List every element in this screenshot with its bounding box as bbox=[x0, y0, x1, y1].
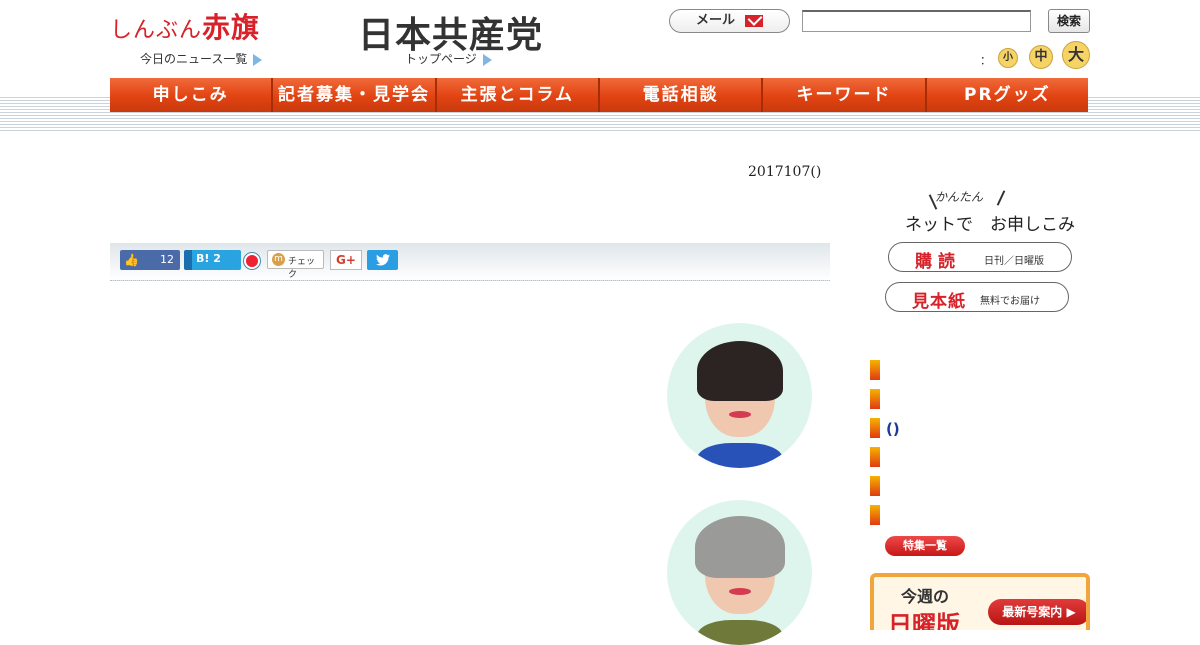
feature-list-all-button[interactable]: 特集一覧 bbox=[885, 536, 965, 556]
site-header: しんぶん赤旗 今日のニュース一覧 日本共産党 トップページ メール 検索 ： 小… bbox=[0, 0, 1200, 78]
news-list-label: 今日のニュース一覧 bbox=[140, 52, 248, 66]
portrait-lips bbox=[729, 411, 751, 418]
portrait-photo-2 bbox=[667, 500, 812, 645]
mixi-icon: m bbox=[272, 253, 285, 266]
list-item[interactable] bbox=[870, 505, 910, 525]
bullet-bar bbox=[870, 476, 880, 496]
net-apply-label: ネットで お申しこみ bbox=[905, 215, 1075, 235]
thumbs-up-icon: 👍 bbox=[124, 253, 139, 267]
bullet-bar bbox=[870, 389, 880, 409]
nav-item-editorial[interactable]: 主張とコラム bbox=[436, 78, 600, 112]
article-date: 2017107() bbox=[748, 164, 822, 180]
mail-label: メール bbox=[695, 13, 735, 28]
nav-item-recruit[interactable]: 記者募集・見学会 bbox=[273, 78, 437, 112]
list-item[interactable] bbox=[870, 447, 910, 467]
nav-item-phone[interactable]: 電話相談 bbox=[599, 78, 764, 112]
mixi-label: チェック bbox=[288, 257, 316, 280]
mail-button[interactable]: メール bbox=[669, 9, 790, 33]
facebook-like-button[interactable]: 👍 12 bbox=[120, 250, 180, 270]
sample-sublabel: 無料でお届け bbox=[980, 296, 1040, 307]
subscribe-sublabel: 日刊／日曜版 bbox=[984, 256, 1044, 267]
portrait-clothing bbox=[697, 620, 783, 645]
net-apply-heading: かんたん ネットで お申しこみ bbox=[880, 186, 1080, 235]
envelope-icon bbox=[745, 14, 763, 27]
list-item[interactable] bbox=[870, 476, 910, 496]
arrow-right-icon bbox=[253, 53, 263, 66]
portrait-lips bbox=[729, 588, 751, 595]
decor-slash bbox=[996, 190, 1006, 206]
search-input[interactable] bbox=[802, 10, 1031, 32]
portrait-photo-1 bbox=[667, 323, 812, 468]
kantan-label: かんたん bbox=[935, 190, 984, 204]
news-list-link[interactable]: 今日のニュース一覧 bbox=[140, 50, 263, 67]
sample-label: 見本紙 bbox=[912, 292, 966, 312]
bullet-bar bbox=[870, 505, 880, 525]
feature-label: () bbox=[886, 420, 900, 438]
subscribe-label: 購読 bbox=[915, 252, 961, 272]
list-item[interactable]: () bbox=[870, 418, 910, 438]
font-large-button[interactable]: 大 bbox=[1062, 41, 1090, 69]
bullet-bar bbox=[870, 360, 880, 380]
latest-issue-button[interactable]: 最新号案内 ▶ bbox=[988, 599, 1086, 625]
portrait-hair bbox=[697, 341, 783, 401]
nav-item-goods[interactable]: PRグッズ bbox=[926, 78, 1088, 112]
this-week-label: 今週の bbox=[901, 587, 950, 606]
bullet-bar bbox=[870, 447, 880, 467]
font-small-button[interactable]: 小 bbox=[998, 48, 1018, 68]
arrow-right-icon bbox=[482, 53, 492, 66]
search-button[interactable]: 検索 bbox=[1048, 9, 1090, 33]
akahata-logo-small: しんぶん bbox=[110, 18, 203, 43]
hatena-label: B! 2 bbox=[196, 252, 221, 265]
akahata-logo-big: 赤旗 bbox=[202, 11, 261, 44]
portrait-clothing bbox=[697, 443, 783, 468]
twitter-button[interactable] bbox=[367, 250, 398, 270]
list-item[interactable] bbox=[870, 389, 910, 409]
mixi-check-button[interactable]: m チェック bbox=[267, 250, 324, 280]
main-nav: 申しこみ 記者募集・見学会 主張とコラム 電話相談 キーワード PRグッズ bbox=[110, 78, 1088, 112]
subscribe-button[interactable]: 購読 日刊／日曜版 bbox=[888, 242, 1072, 272]
bullet-bar bbox=[870, 418, 880, 438]
like-count: 12 bbox=[160, 253, 174, 266]
list-item[interactable] bbox=[870, 360, 910, 380]
nav-item-apply[interactable]: 申しこみ bbox=[110, 78, 274, 112]
share-bar: 👍 12 B! 2 m チェック G+ bbox=[110, 243, 830, 281]
feature-list: () bbox=[870, 360, 910, 534]
sunday-edition-label: 日曜版 bbox=[888, 611, 960, 630]
sunday-edition-box: 今週の 日曜版 最新号案内 ▶ bbox=[870, 573, 1090, 630]
top-page-link[interactable]: トップページ bbox=[405, 50, 492, 67]
akahata-logo[interactable]: しんぶん赤旗 bbox=[110, 6, 260, 46]
nav-item-keyword[interactable]: キーワード bbox=[763, 78, 927, 112]
twitter-bird-icon bbox=[375, 253, 390, 266]
portrait-hair bbox=[695, 516, 785, 578]
bookmark-icon[interactable] bbox=[244, 253, 260, 269]
hatena-bookmark-button[interactable]: B! 2 bbox=[184, 250, 241, 270]
font-size-label: ： bbox=[980, 54, 991, 67]
sample-paper-button[interactable]: 見本紙 無料でお届け bbox=[885, 282, 1069, 312]
google-plus-button[interactable]: G+ bbox=[330, 250, 362, 270]
font-medium-button[interactable]: 中 bbox=[1029, 45, 1053, 69]
top-page-label: トップページ bbox=[405, 52, 477, 66]
